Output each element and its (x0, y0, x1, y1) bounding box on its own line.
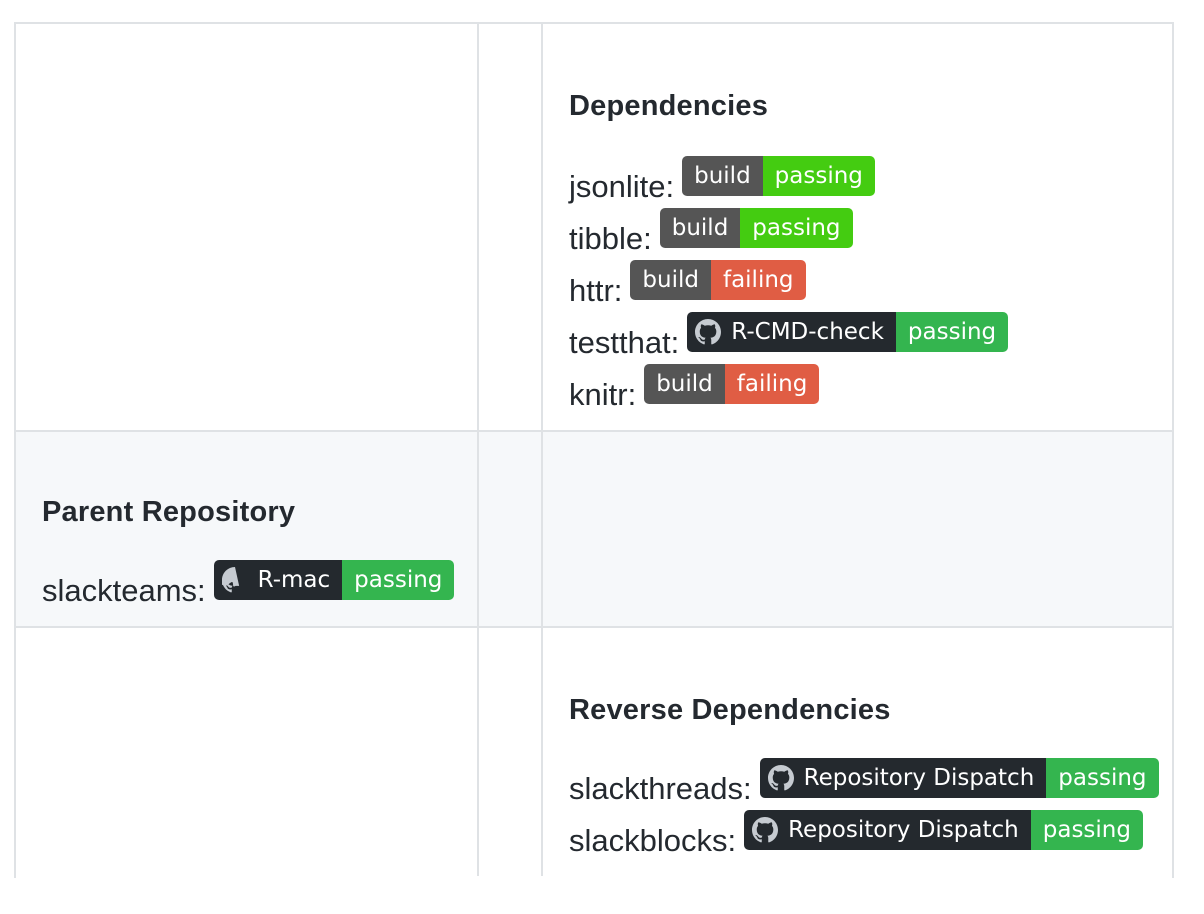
build-status-badge[interactable]: build passing (682, 156, 875, 196)
badge-label: build (630, 260, 711, 300)
table-row-dependencies: Dependencies jsonlite: build passing tib… (16, 24, 1172, 430)
package-name: slackblocks: (569, 823, 737, 858)
list-item: testthat: R-CMD-check passing (569, 312, 1009, 360)
badge-status: failing (724, 364, 820, 404)
badge-status: failing (710, 260, 806, 300)
badge-status: passing (740, 208, 853, 248)
build-status-badge[interactable]: build failing (630, 260, 806, 300)
badge-status: passing (762, 156, 875, 196)
github-icon (767, 765, 794, 791)
github-icon (752, 817, 779, 843)
build-status-badge[interactable]: build failing (644, 364, 820, 404)
badge-status: passing (342, 560, 455, 600)
workflow-status-badge[interactable]: R-mac passing (213, 560, 455, 600)
reverse-cell: Reverse Dependencies slackthreads: Repos… (543, 628, 1172, 880)
build-status-badge[interactable]: build passing (659, 208, 853, 248)
package-name: knitr: (569, 377, 637, 412)
table-row-reverse: Reverse Dependencies slackthreads: Repos… (16, 628, 1172, 880)
badge-label: R-CMD-check (687, 312, 896, 352)
parent-heading: Parent Repository (42, 496, 296, 528)
github-icon (695, 319, 722, 345)
list-item: knitr: build failing (569, 364, 820, 412)
workflow-status-badge[interactable]: R-CMD-check passing (687, 312, 1009, 352)
package-name: tibble: (569, 221, 652, 256)
package-name: jsonlite: (569, 169, 675, 204)
reverse-heading: Reverse Dependencies (569, 694, 891, 726)
workflow-status-badge[interactable]: Repository Dispatch passing (744, 810, 1143, 850)
badge-label: Repository Dispatch (744, 810, 1031, 850)
list-item: jsonlite: build passing (569, 156, 875, 204)
list-item: slackblocks: Repository Dispatch passing (569, 810, 1143, 858)
package-name: slackteams: (42, 573, 206, 608)
badge-label: Repository Dispatch (759, 758, 1047, 798)
column-divider (541, 24, 543, 876)
workflow-status-badge[interactable]: Repository Dispatch passing (759, 758, 1159, 798)
badge-label: build (682, 156, 763, 196)
badge-label: build (659, 208, 741, 248)
github-icon (221, 567, 239, 593)
package-name: slackthreads: (569, 771, 752, 806)
badge-status: passing (1030, 810, 1143, 850)
badge-label-text: R-CMD-check (731, 319, 884, 345)
package-name: testthat: (569, 325, 680, 360)
badge-label-text: Repository Dispatch (803, 765, 1035, 791)
badge-label-text: R-mac (257, 567, 331, 593)
badge-label-text: Repository Dispatch (788, 817, 1019, 843)
parent-cell: Parent Repository slackteams: R-mac pass… (16, 432, 477, 626)
dependency-table: Dependencies jsonlite: build passing tib… (14, 22, 1174, 880)
list-item: tibble: build passing (569, 208, 853, 256)
badge-label: build (644, 364, 725, 404)
list-item: slackteams: R-mac passing (42, 560, 455, 608)
package-name: httr: (569, 273, 623, 308)
dependencies-cell: Dependencies jsonlite: build passing tib… (543, 24, 1172, 430)
badge-status: passing (1046, 758, 1159, 798)
table-row-parent: Parent Repository slackteams: R-mac pass… (16, 430, 1172, 628)
badge-label: R-mac (213, 560, 343, 600)
dependencies-heading: Dependencies (569, 90, 769, 122)
list-item: httr: build failing (569, 260, 806, 308)
badge-status: passing (895, 312, 1009, 352)
list-item: slackthreads: Repository Dispatch passin… (569, 758, 1159, 806)
column-divider (477, 24, 479, 876)
